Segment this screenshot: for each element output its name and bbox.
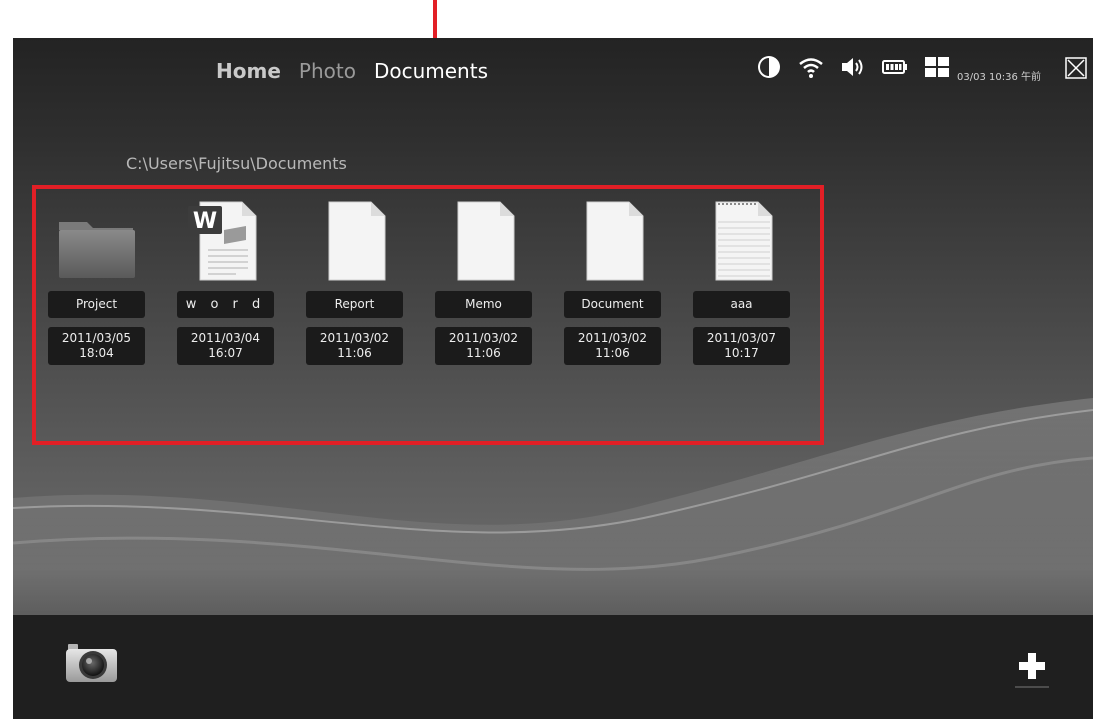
- status-datetime: 03/03 10:36 午前: [957, 72, 1041, 83]
- grid-icon[interactable]: [924, 54, 950, 80]
- tab-photo[interactable]: Photo: [299, 59, 356, 83]
- battery-icon[interactable]: [882, 54, 908, 80]
- brightness-icon[interactable]: [756, 54, 782, 80]
- wifi-icon[interactable]: [798, 54, 824, 80]
- camera-icon[interactable]: [64, 642, 119, 684]
- tab-home[interactable]: Home: [216, 59, 281, 83]
- tab-documents[interactable]: Documents: [374, 59, 488, 83]
- status-icons: [756, 54, 950, 80]
- nav-tabs: Home Photo Documents: [216, 59, 488, 83]
- volume-icon[interactable]: [840, 54, 866, 80]
- top-bar: Home Photo Documents 03/03 10:36 午前: [13, 38, 1093, 108]
- highlight-box: [32, 185, 824, 445]
- add-icon[interactable]: [1011, 647, 1053, 689]
- bottom-bar: [13, 615, 1093, 719]
- breadcrumb-path: C:\Users\Fujitsu\Documents: [126, 154, 347, 173]
- close-icon[interactable]: [1065, 57, 1087, 79]
